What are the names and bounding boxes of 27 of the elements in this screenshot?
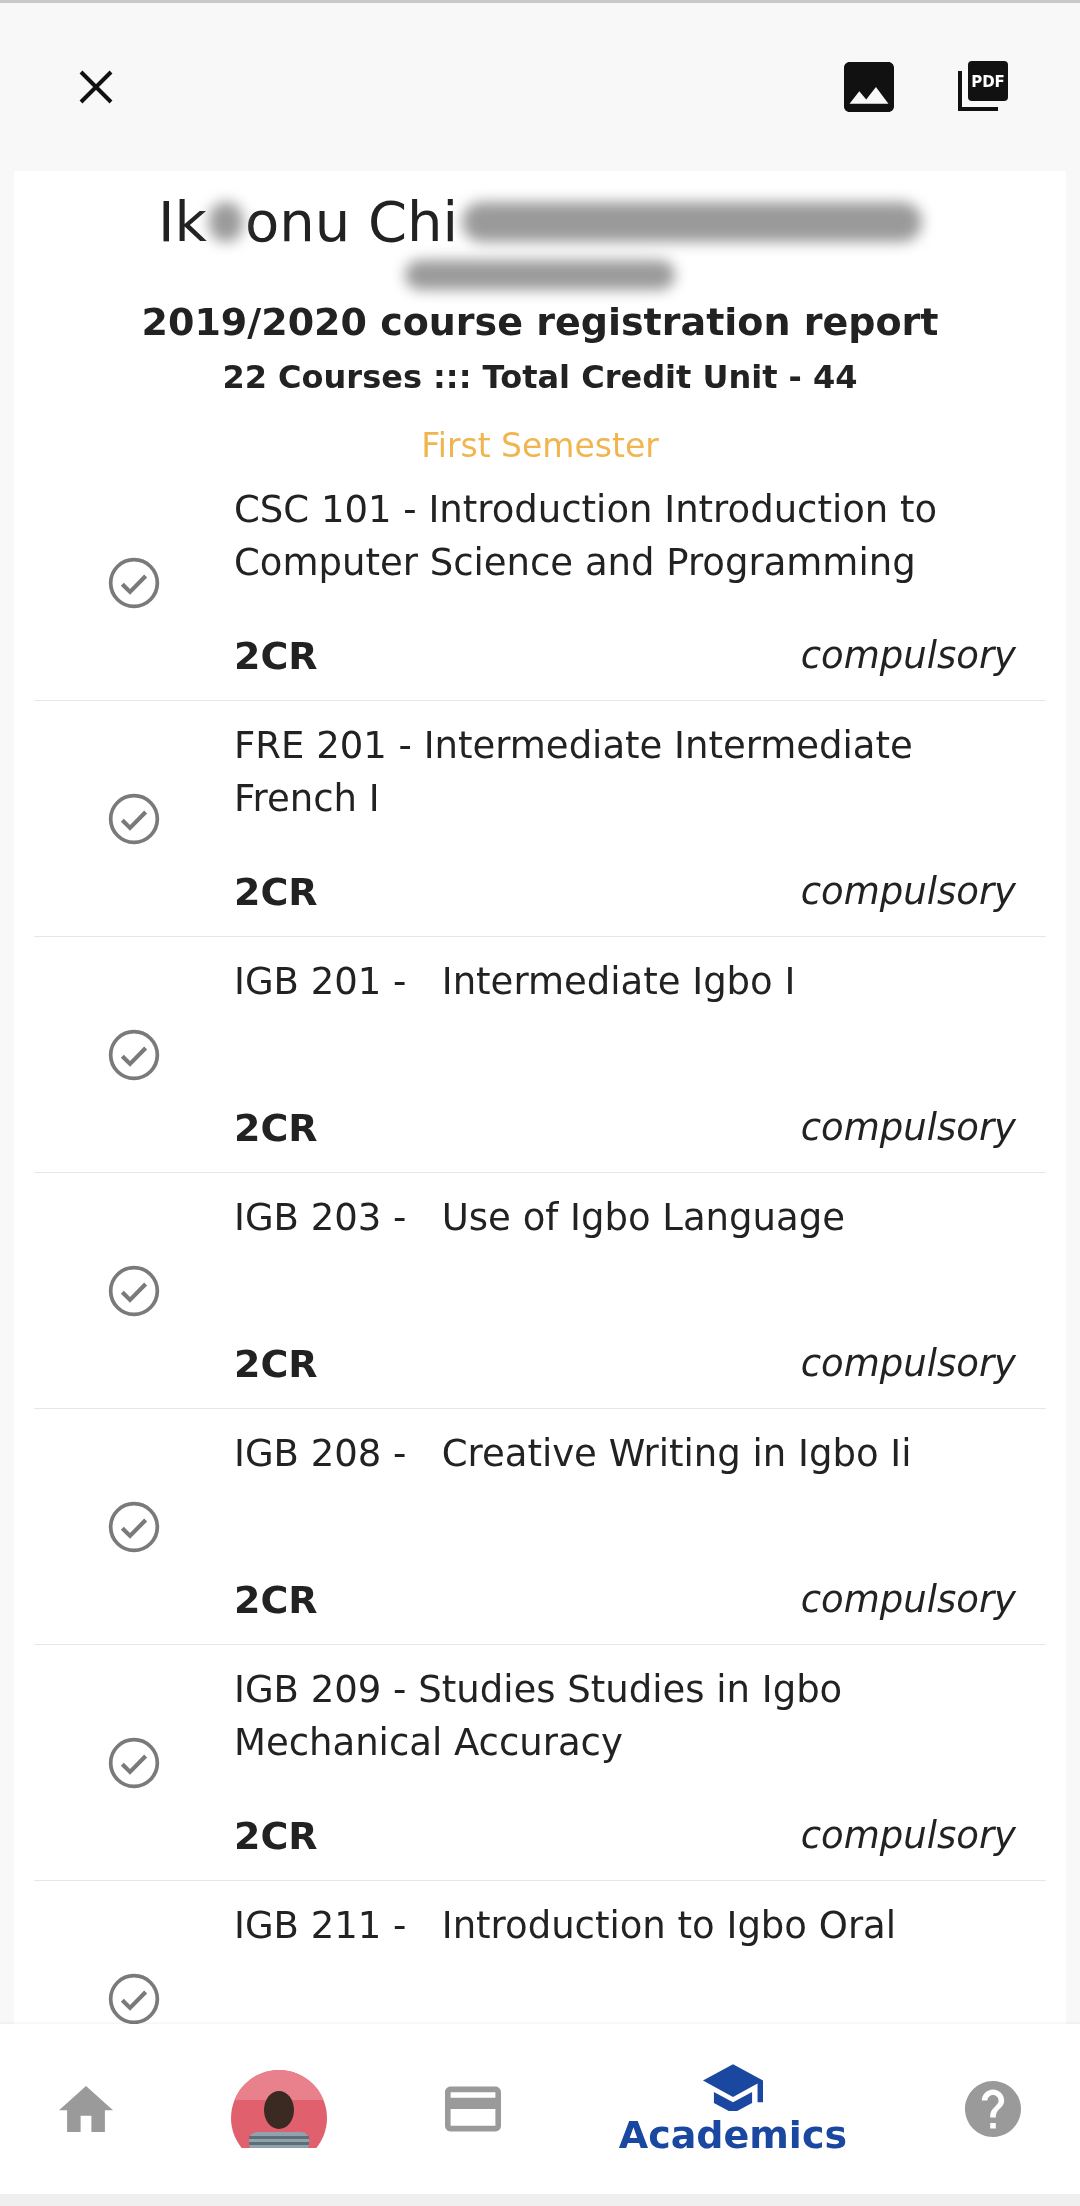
redacted-text xyxy=(208,201,243,242)
academics-tab[interactable]: Academics xyxy=(604,2051,862,2167)
image-button[interactable] xyxy=(844,62,894,112)
course-type: compulsory xyxy=(800,1106,1016,1150)
course-type: compulsory xyxy=(800,634,1016,678)
student-name: Ik xyxy=(157,189,207,254)
student-name: onu Chi xyxy=(244,189,459,254)
course-type: compulsory xyxy=(800,1578,1016,1622)
course-title: IGB 201 - Intermediate Igbo I xyxy=(234,959,797,1005)
course-title: CSC 101 - Introduction Introduction to Computer Science and Programming xyxy=(234,487,939,586)
report-title: 2019/2020 course registration report xyxy=(140,300,940,344)
credit-units: 2CR xyxy=(234,634,318,678)
report-summary: 22 Courses ::: Total Credit Unit - 44 xyxy=(221,358,859,396)
course-title: IGB 209 - Studies Studies in Igbo Mechanical Accuracy xyxy=(234,1667,844,1766)
semester-heading: First Semester xyxy=(420,426,660,465)
course-type: compulsory xyxy=(800,1814,1016,1858)
course-type: compulsory xyxy=(800,1342,1016,1386)
course-type: compulsory xyxy=(800,870,1016,914)
course-title: IGB 203 - Use of Igbo Language xyxy=(234,1195,846,1241)
course-title: IGB 208 - Creative Writing in Igbo Ii xyxy=(234,1431,913,1477)
credit-units: 2CR xyxy=(234,1342,318,1386)
course-title: IGB 211 - Introduction to Igbo Oral xyxy=(234,1903,898,1949)
credit-units: 2CR xyxy=(234,1106,318,1150)
credit-units: 2CR xyxy=(234,1814,318,1858)
credit-units: 2CR xyxy=(234,870,318,914)
credit-units: 2CR xyxy=(234,1578,318,1622)
course-title: FRE 201 - Intermediate Intermediate French I xyxy=(234,723,914,822)
